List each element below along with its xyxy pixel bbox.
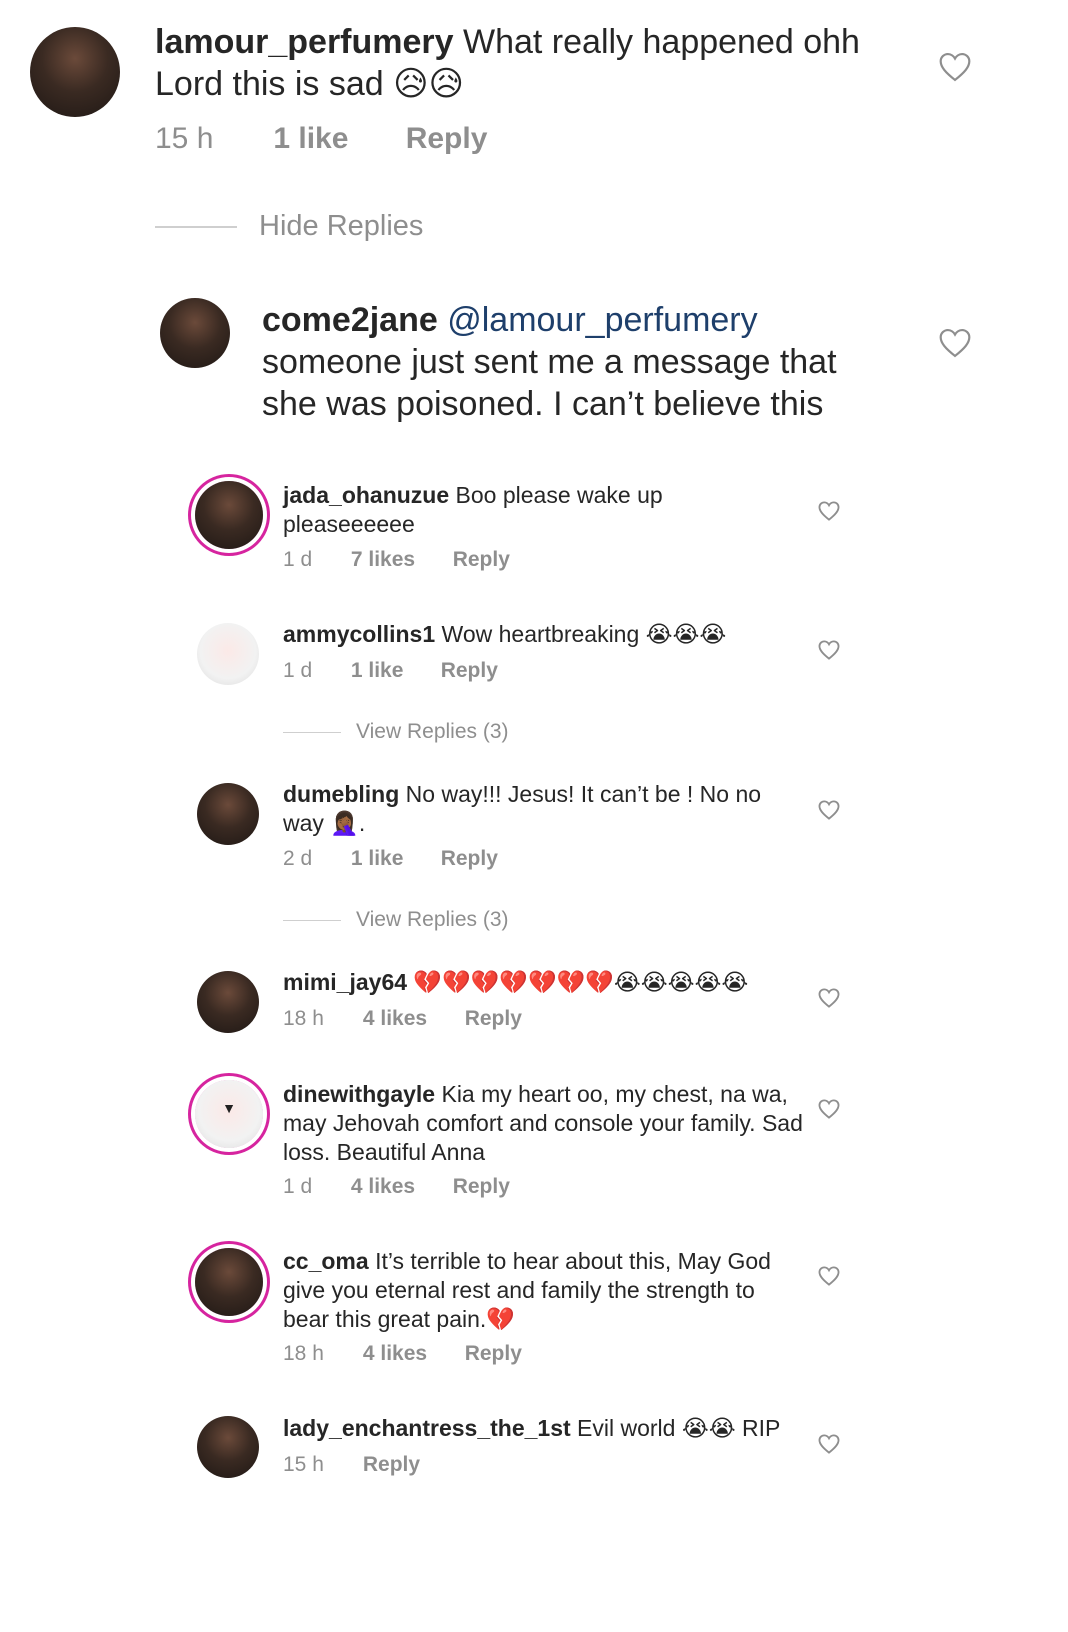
- comment-body: someone just sent me a message that she …: [262, 342, 837, 423]
- comment-text: mimi_jay64 💔💔💔💔💔💔💔😭😭😭😭😭: [283, 968, 783, 997]
- avatar[interactable]: [197, 783, 259, 845]
- avatar[interactable]: [197, 971, 259, 1033]
- likes-count[interactable]: 7 likes: [351, 548, 447, 572]
- mention-link[interactable]: @lamour_perfumery: [447, 301, 757, 339]
- timestamp: 15 h: [283, 1453, 324, 1476]
- reply-button[interactable]: Reply: [406, 122, 488, 156]
- view-replies-label: View Replies (3): [356, 720, 509, 743]
- timestamp: 15 h: [155, 122, 214, 155]
- username[interactable]: cc_oma: [283, 1248, 369, 1274]
- username[interactable]: dumebling: [283, 781, 399, 807]
- reply-button[interactable]: Reply: [453, 1175, 510, 1199]
- view-replies-toggle[interactable]: View Replies (3): [283, 720, 509, 744]
- comment-text: lady_enchantress_the_1st Evil world 😭😭 R…: [283, 1414, 803, 1443]
- likes-count[interactable]: 1 like: [351, 847, 435, 871]
- hide-replies-toggle[interactable]: Hide Replies: [155, 210, 423, 243]
- username[interactable]: dinewithgayle: [283, 1081, 435, 1107]
- logo-triangle-icon: ▼: [222, 1100, 236, 1117]
- comment-text: dumebling No way!!! Jesus! It can’t be !…: [283, 780, 783, 838]
- timestamp: 1 d: [283, 548, 313, 571]
- avatar[interactable]: [160, 298, 230, 368]
- username[interactable]: jada_ohanuzue: [283, 482, 449, 508]
- like-heart-icon[interactable]: [818, 501, 840, 521]
- avatar[interactable]: [195, 1248, 263, 1316]
- comment-text: come2jane @lamour_perfumery someone just…: [262, 300, 882, 425]
- avatar[interactable]: [197, 1416, 259, 1478]
- view-replies-toggle[interactable]: View Replies (3): [283, 908, 509, 932]
- comment-meta: 1 d 1 like Reply: [283, 659, 498, 683]
- comment-text: jada_ohanuzue Boo please wake up pleasee…: [283, 481, 773, 539]
- comment-meta: 18 h 4 likes Reply: [283, 1007, 522, 1031]
- likes-count[interactable]: 4 likes: [351, 1175, 447, 1199]
- comment-meta: 15 h Reply: [283, 1453, 420, 1477]
- divider-line: [283, 919, 341, 921]
- reply-button[interactable]: Reply: [465, 1342, 522, 1366]
- comment-meta: 15 h 1 like Reply: [155, 122, 487, 156]
- comment-meta: 2 d 1 like Reply: [283, 847, 498, 871]
- like-heart-icon[interactable]: [938, 52, 972, 82]
- divider-line: [283, 731, 341, 733]
- likes-count[interactable]: 1 like: [273, 122, 397, 156]
- like-heart-icon[interactable]: [818, 1099, 840, 1119]
- like-heart-icon[interactable]: [818, 1434, 840, 1454]
- timestamp: 1 d: [283, 1175, 313, 1198]
- comment-meta: 1 d 7 likes Reply: [283, 548, 510, 572]
- divider-line: [155, 226, 237, 229]
- comment-body: 💔💔💔💔💔💔💔😭😭😭😭😭: [413, 969, 749, 995]
- username[interactable]: lady_enchantress_the_1st: [283, 1415, 571, 1441]
- hide-replies-label: Hide Replies: [259, 210, 424, 242]
- reply-button[interactable]: Reply: [441, 659, 498, 683]
- username[interactable]: mimi_jay64: [283, 969, 407, 995]
- comment-text: lamour_perfumery What really happened oh…: [155, 22, 885, 106]
- like-heart-icon[interactable]: [938, 328, 972, 358]
- likes-count[interactable]: 4 likes: [363, 1007, 459, 1031]
- comment-text: ammycollins1 Wow heartbreaking 😭😭😭: [283, 620, 783, 649]
- likes-count[interactable]: 4 likes: [363, 1342, 459, 1366]
- comment-text: dinewithgayle Kia my heart oo, my chest,…: [283, 1080, 803, 1166]
- avatar[interactable]: ▼: [195, 1080, 263, 1148]
- comment-meta: 18 h 4 likes Reply: [283, 1342, 522, 1366]
- avatar[interactable]: [197, 623, 259, 685]
- comment-body: Wow heartbreaking 😭😭😭: [441, 621, 727, 647]
- like-heart-icon[interactable]: [818, 800, 840, 820]
- timestamp: 1 d: [283, 659, 313, 682]
- like-heart-icon[interactable]: [818, 640, 840, 660]
- username[interactable]: ammycollins1: [283, 621, 435, 647]
- username[interactable]: lamour_perfumery: [155, 23, 454, 61]
- timestamp: 18 h: [283, 1007, 324, 1030]
- comment-meta: 1 d 4 likes Reply: [283, 1175, 510, 1199]
- reply-button[interactable]: Reply: [363, 1453, 420, 1477]
- likes-count[interactable]: 1 like: [351, 659, 435, 683]
- username[interactable]: come2jane: [262, 301, 438, 339]
- like-heart-icon[interactable]: [818, 988, 840, 1008]
- comment-body: Evil world 😭😭 RIP: [577, 1415, 781, 1441]
- like-heart-icon[interactable]: [818, 1266, 840, 1286]
- comment-text: cc_oma It’s terrible to hear about this,…: [283, 1247, 803, 1333]
- avatar[interactable]: [30, 27, 120, 117]
- reply-button[interactable]: Reply: [453, 548, 510, 572]
- timestamp: 2 d: [283, 847, 313, 870]
- view-replies-label: View Replies (3): [356, 908, 509, 931]
- reply-button[interactable]: Reply: [441, 847, 498, 871]
- avatar[interactable]: [195, 481, 263, 549]
- timestamp: 18 h: [283, 1342, 324, 1365]
- reply-button[interactable]: Reply: [465, 1007, 522, 1031]
